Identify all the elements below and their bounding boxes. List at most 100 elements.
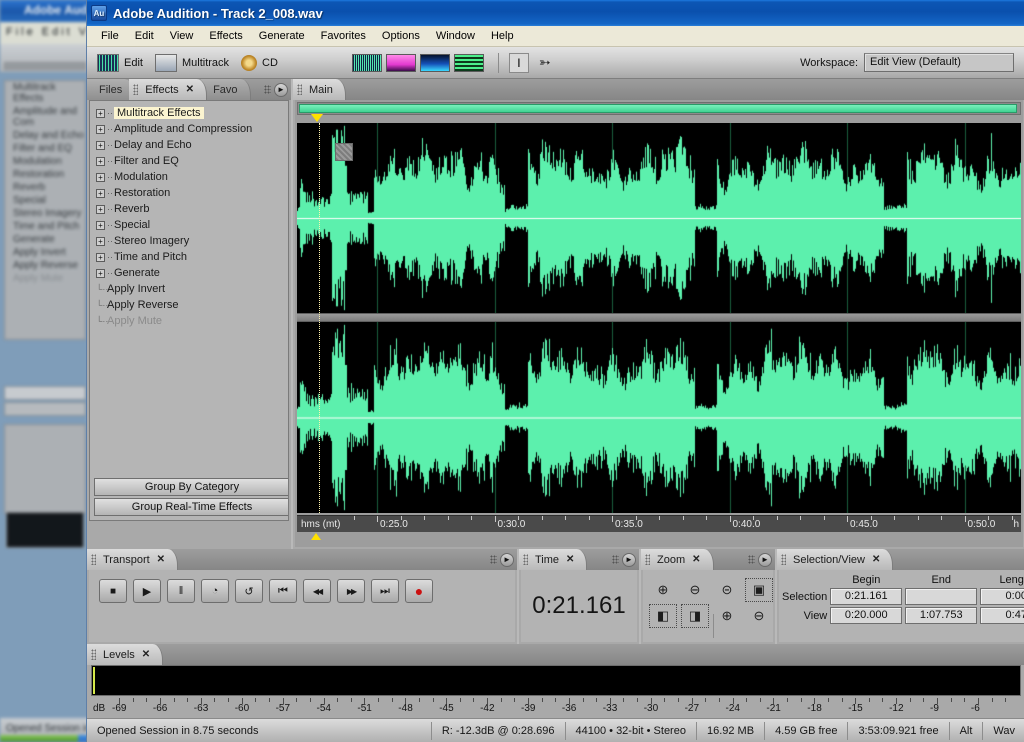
effects-tree-item[interactable]: └··Apply Invert — [90, 281, 288, 297]
waveform-view-icon[interactable] — [352, 54, 382, 72]
expand-plus-icon[interactable]: + — [96, 269, 105, 278]
zoom-in-horizontally-button[interactable]: ⊕ — [649, 578, 677, 602]
view-end-input[interactable]: 1:07.753 — [905, 607, 977, 624]
expand-plus-icon[interactable]: + — [96, 237, 105, 246]
expand-plus-icon[interactable]: + — [96, 189, 105, 198]
close-icon[interactable]: ✕ — [872, 554, 880, 565]
effects-panel-menu[interactable]: ► — [262, 81, 288, 98]
expand-plus-icon[interactable]: + — [96, 253, 105, 262]
waveform-display[interactable] — [297, 123, 1021, 513]
expand-plus-icon[interactable]: + — [96, 125, 105, 134]
go-to-beginning-button[interactable]: ⏮ — [269, 579, 297, 603]
close-icon[interactable]: ✕ — [142, 649, 150, 660]
panel-menu-icon[interactable]: ► — [622, 553, 636, 567]
menu-item-options[interactable]: Options — [374, 28, 428, 44]
zoom-in-to-left-edge-of-selection-button[interactable]: ◧ — [649, 604, 677, 628]
selection-end-input[interactable] — [905, 588, 977, 605]
effects-tree-item[interactable]: └··Apply Mute — [90, 313, 288, 329]
rewind-button[interactable]: ◀◀ — [303, 579, 331, 603]
menu-item-window[interactable]: Window — [428, 28, 483, 44]
group-real-time-effects-button[interactable]: Group Real-Time Effects — [94, 498, 289, 516]
loop-button[interactable]: ↺ — [235, 579, 263, 603]
move-copy-tool-icon[interactable]: ➳ — [539, 54, 551, 71]
selection-begin-input[interactable]: 0:21.161 — [830, 588, 902, 605]
close-icon[interactable]: ✕ — [186, 84, 194, 95]
level-meter[interactable] — [91, 665, 1021, 696]
expand-plus-icon[interactable]: + — [96, 205, 105, 214]
transport-panel-menu[interactable]: ► — [488, 551, 514, 568]
zoom-in-to-right-edge-of-selection-button[interactable]: ◨ — [681, 604, 709, 628]
expand-plus-icon[interactable]: + — [96, 221, 105, 230]
effects-tree-item[interactable]: └··Apply Reverse — [90, 297, 288, 313]
close-icon[interactable]: ✕ — [157, 554, 165, 565]
fast-forward-button[interactable]: ▶▶ — [337, 579, 365, 603]
zoom-in-vertically-button[interactable]: ⊕ — [713, 604, 741, 628]
view-length-input[interactable]: 0:47 — [980, 607, 1024, 624]
multitrack-view-button[interactable]: Multitrack — [155, 54, 229, 72]
expand-plus-icon[interactable]: + — [96, 109, 105, 118]
zoom-panel-menu[interactable]: ► — [746, 551, 772, 568]
tab-favorites[interactable]: Favo — [201, 79, 250, 100]
expand-plus-icon[interactable]: + — [96, 173, 105, 182]
expand-plus-icon[interactable]: + — [96, 157, 105, 166]
spectral-pan-icon[interactable] — [420, 54, 450, 72]
group-by-category-button[interactable]: Group By Category — [94, 478, 289, 496]
menu-item-generate[interactable]: Generate — [251, 28, 313, 44]
tab-selection-view[interactable]: Selection/View ✕ — [777, 549, 893, 570]
pause-button[interactable]: ‖ — [167, 579, 195, 603]
menu-item-view[interactable]: View — [162, 28, 202, 44]
zoom-out-full-both-axes-button[interactable]: ⊝ — [713, 578, 741, 602]
menu-item-effects[interactable]: Effects — [201, 28, 250, 44]
current-time-display[interactable]: 0:21.161 — [532, 592, 625, 620]
effects-tree-item[interactable]: +··Stereo Imagery — [90, 233, 288, 249]
cd-view-button[interactable]: CD — [241, 55, 278, 71]
tab-time[interactable]: Time ✕ — [519, 549, 587, 570]
horizontal-scrollbar-thumb[interactable] — [299, 104, 1017, 113]
play-button[interactable]: ▶ — [133, 579, 161, 603]
time-panel-menu[interactable]: ► — [610, 551, 636, 568]
panel-menu-icon[interactable]: ► — [274, 83, 288, 97]
selection-length-input[interactable]: 0:00 — [980, 588, 1024, 605]
close-icon[interactable]: ✕ — [692, 554, 700, 565]
close-icon[interactable]: ✕ — [566, 554, 574, 565]
effects-tree-item[interactable]: +··Amplitude and Compression — [90, 121, 288, 137]
menu-item-file[interactable]: File — [93, 28, 127, 44]
menu-item-favorites[interactable]: Favorites — [313, 28, 374, 44]
time-ruler[interactable]: hms (mt) h 0:25.00:30.00:35.00:40.00:45.… — [297, 515, 1021, 532]
tab-main[interactable]: Main — [293, 79, 346, 100]
view-start-marker-icon[interactable] — [311, 533, 321, 540]
effects-tree-item[interactable]: +··Multitrack Effects — [90, 105, 288, 121]
edit-view-button[interactable]: Edit — [97, 54, 143, 72]
stop-button[interactable]: ■ — [99, 579, 127, 603]
effects-tree-item[interactable]: +··Reverb — [90, 201, 288, 217]
time-selection-tool-icon[interactable]: I — [509, 53, 529, 73]
effects-tree[interactable]: +··Multitrack Effects+··Amplitude and Co… — [89, 100, 289, 521]
zoom-out-horizontally-button[interactable]: ⊖ — [681, 578, 709, 602]
panel-menu-icon[interactable]: ► — [500, 553, 514, 567]
play-to-end-button[interactable]: ◔ — [201, 579, 229, 603]
effects-tree-item[interactable]: +··Filter and EQ — [90, 153, 288, 169]
workspace-select[interactable]: Edit View (Default) — [864, 53, 1014, 72]
spectral-frequency-icon[interactable] — [386, 54, 416, 72]
effects-tree-item[interactable]: +··Modulation — [90, 169, 288, 185]
expand-plus-icon[interactable]: + — [96, 141, 105, 150]
selection-handle[interactable] — [335, 143, 353, 161]
playhead-marker-icon[interactable] — [311, 114, 323, 122]
view-begin-input[interactable]: 0:20.000 — [830, 607, 902, 624]
tab-zoom[interactable]: Zoom ✕ — [641, 549, 714, 570]
tab-effects[interactable]: Effects ✕ — [129, 79, 207, 100]
go-to-end-button[interactable]: ⏭ — [371, 579, 399, 603]
tab-transport[interactable]: Transport ✕ — [87, 549, 178, 570]
spectral-phase-icon[interactable] — [454, 54, 484, 72]
effects-tree-item[interactable]: +··Delay and Echo — [90, 137, 288, 153]
playhead-cursor[interactable] — [319, 123, 320, 513]
record-button[interactable]: ● — [405, 579, 433, 603]
menu-item-edit[interactable]: Edit — [127, 28, 162, 44]
tab-levels[interactable]: Levels ✕ — [87, 644, 163, 665]
horizontal-scrollbar[interactable] — [297, 102, 1021, 115]
effects-tree-item[interactable]: +··Time and Pitch — [90, 249, 288, 265]
panel-menu-icon[interactable]: ► — [758, 553, 772, 567]
menu-item-help[interactable]: Help — [483, 28, 522, 44]
tab-files[interactable]: Files — [87, 79, 135, 100]
zoom-out-vertically-button[interactable]: ⊖ — [745, 604, 773, 628]
